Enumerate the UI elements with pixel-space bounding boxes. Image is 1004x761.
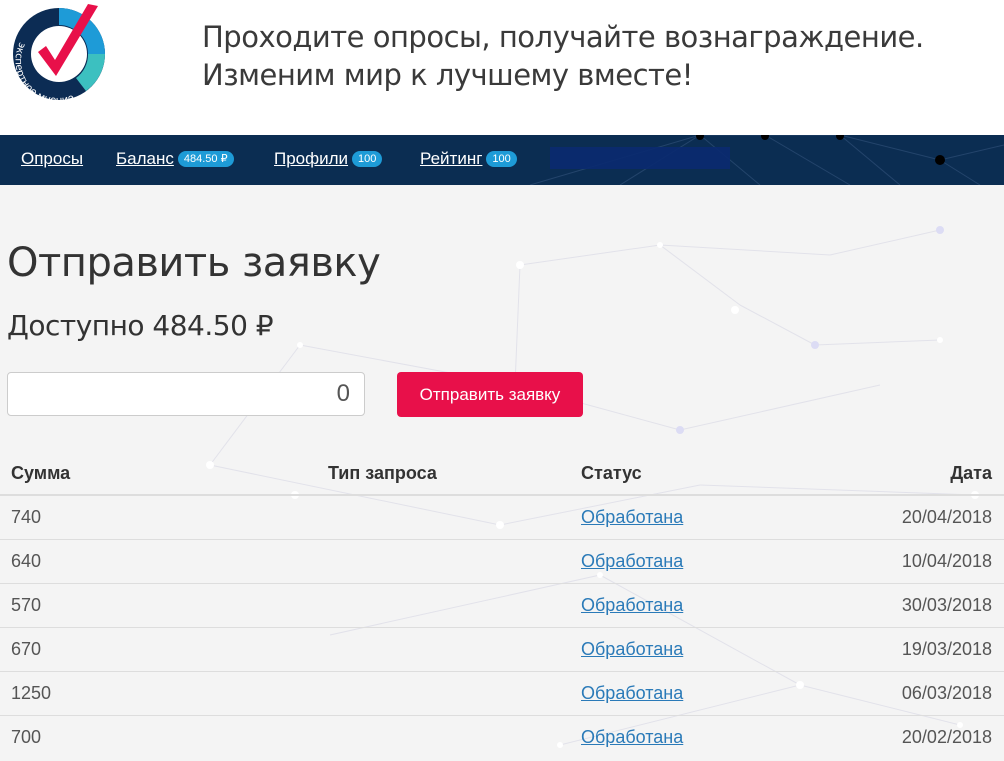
cell-type [317,627,570,672]
nav-item-rating[interactable]: Рейтинг 100 [420,149,517,169]
status-link[interactable]: Обработана [581,551,683,571]
cell-sum: 570 [0,583,317,628]
column-header-date: Дата [887,452,1004,496]
balance-badge: 484.50 ₽ [177,151,234,167]
logo[interactable]: экспертное мнение [6,2,112,106]
table-row: 700 Обработана 20/02/2018 [0,715,1004,759]
tagline-line-1: Проходите опросы, получайте вознагражден… [202,20,924,54]
column-header-sum: Сумма [0,452,317,496]
cell-date: 30/03/2018 [887,583,1004,628]
cell-type [317,715,570,759]
profiles-badge: 100 [352,151,383,167]
table-row: 640 Обработана 10/04/2018 [0,539,1004,584]
nav-item-profiles[interactable]: Профили 100 [274,149,383,169]
table-row: 570 Обработана 30/03/2018 [0,583,1004,628]
cell-status: Обработана [570,539,887,584]
cell-status: Обработана [570,583,887,628]
cell-status: Обработана [570,627,887,672]
cell-status: Обработана [570,495,887,540]
cell-sum: 670 [0,627,317,672]
status-link[interactable]: Обработана [581,639,683,659]
nav-item-surveys[interactable]: Опросы [21,149,83,169]
column-header-status: Статус [570,452,887,496]
cell-status: Обработана [570,671,887,716]
cell-date: 20/02/2018 [887,715,1004,759]
status-link[interactable]: Обработана [581,595,683,615]
nav-item-label: Баланс [116,149,174,168]
status-link[interactable]: Обработана [581,507,683,527]
rating-badge: 100 [486,151,517,167]
site-header: экспертное мнение Проходите опросы, полу… [0,0,1004,135]
status-link[interactable]: Обработана [581,683,683,703]
cell-sum: 640 [0,539,317,584]
cell-type [317,495,570,540]
amount-input[interactable] [7,372,365,416]
status-link[interactable]: Обработана [581,727,683,747]
nav-item-label: Опросы [21,149,84,168]
nav-item-label: Профили [274,149,349,168]
cell-status: Обработана [570,715,887,759]
nav-item-label: Рейтинг [420,149,483,168]
cell-date: 10/04/2018 [887,539,1004,584]
tagline-line-2: Изменим мир к лучшему вместе! [202,58,693,92]
cell-type [317,671,570,716]
table-row: 1250 Обработана 06/03/2018 [0,671,1004,716]
cell-type [317,583,570,628]
nav-item-balance[interactable]: Баланс 484.50 ₽ [116,149,234,169]
table-row: 740 Обработана 20/04/2018 [0,495,1004,540]
cell-sum: 700 [0,715,317,759]
requests-table: Сумма Тип запроса Статус Дата 740 Обрабо… [0,452,1004,759]
main-navbar: Опросы Баланс 484.50 ₽ Профили 100 Рейтинг… [0,135,1004,185]
table-row: 670 Обработана 19/03/2018 [0,627,1004,672]
cell-type [317,539,570,584]
cell-date: 19/03/2018 [887,627,1004,672]
cell-date: 06/03/2018 [887,671,1004,716]
column-header-type: Тип запроса [317,452,570,496]
page-title: Отправить заявку [7,240,381,286]
submit-request-button[interactable]: Отправить заявку [397,372,583,417]
cell-date: 20/04/2018 [901,507,992,527]
tagline: Проходите опросы, получайте вознагражден… [202,18,924,94]
available-balance: Доступно 484.50 ₽ [7,309,274,342]
cell-sum: 740 [11,507,42,527]
table-header-row: Сумма Тип запроса Статус Дата [0,452,1004,496]
nav-decoration [550,147,730,169]
cell-sum: 1250 [0,671,317,716]
